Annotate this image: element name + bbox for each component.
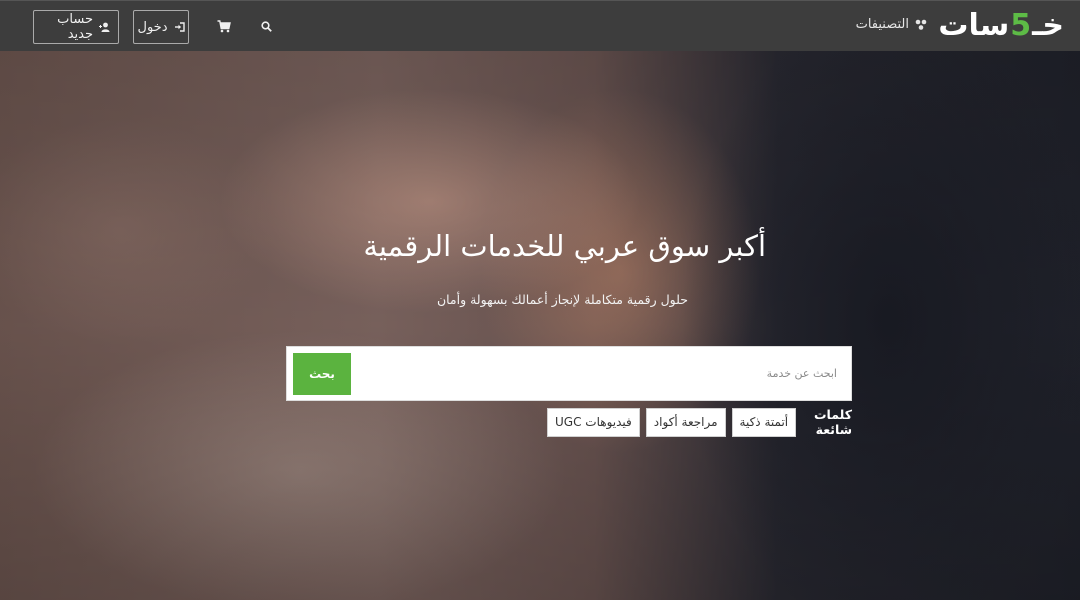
cart-icon bbox=[217, 19, 231, 33]
logo-text-start: سات bbox=[938, 8, 1010, 43]
login-icon bbox=[174, 22, 185, 32]
categories-label: التصنيفات bbox=[855, 17, 909, 32]
hero-subtitle: حلول رقمية متكاملة لإنجاز أعمالك بسهولة … bbox=[436, 292, 688, 307]
hero-title: أكبر سوق عربي للخدمات الرقمية bbox=[363, 229, 766, 263]
categories-menu[interactable]: التصنيفات bbox=[856, 17, 927, 32]
popular-tag[interactable]: مراجعة أكواد bbox=[645, 407, 726, 437]
hero-background-shadow bbox=[640, 51, 1080, 600]
popular-keywords-label: كلمات شائعة bbox=[813, 407, 852, 437]
categories-icon bbox=[915, 19, 927, 31]
register-button[interactable]: حساب جديد bbox=[33, 10, 119, 44]
popular-keywords: كلمات شائعة أتمتة ذكية مراجعة أكواد فيدي… bbox=[547, 407, 852, 437]
search-icon bbox=[260, 20, 272, 32]
login-button[interactable]: دخول bbox=[133, 10, 189, 44]
site-logo[interactable]: سات 5 خـ bbox=[938, 9, 1064, 43]
hero-section: أكبر سوق عربي للخدمات الرقمية حلول رقمية… bbox=[0, 51, 1080, 600]
popular-tag[interactable]: فيديوهات UGC bbox=[547, 407, 640, 437]
register-label: حساب جديد bbox=[57, 12, 93, 42]
cart-button[interactable] bbox=[214, 16, 234, 36]
logo-text-end: خـ bbox=[1032, 8, 1064, 43]
search-input[interactable] bbox=[357, 347, 847, 400]
top-navbar: سات 5 خـ التصنيفات حساب جديد دخول bbox=[0, 0, 1080, 51]
search-form: بحث bbox=[286, 346, 852, 401]
login-label: دخول bbox=[137, 19, 168, 35]
user-plus-icon bbox=[99, 22, 110, 32]
logo-five: 5 bbox=[1010, 8, 1032, 43]
header-search-button[interactable] bbox=[256, 16, 276, 36]
search-button[interactable]: بحث bbox=[293, 353, 351, 395]
popular-tag[interactable]: أتمتة ذكية bbox=[731, 407, 797, 437]
